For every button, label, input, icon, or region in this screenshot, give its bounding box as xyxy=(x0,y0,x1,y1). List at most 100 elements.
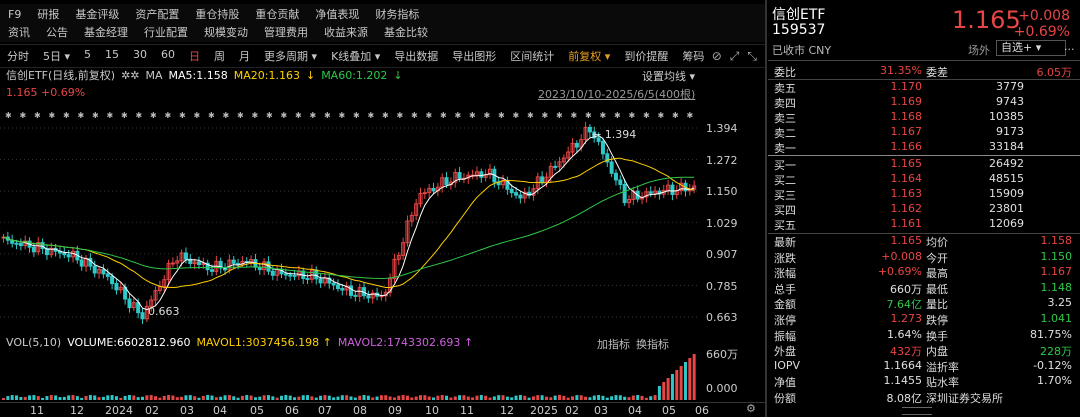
volume-bar xyxy=(618,395,622,400)
volume-bar xyxy=(527,397,531,400)
book-row[interactable]: 买二 1.164 48515 xyxy=(768,172,1080,187)
menu-item[interactable]: 基金比较 xyxy=(376,24,436,40)
event-marker: ✱ xyxy=(136,111,143,120)
volume-bar xyxy=(280,395,283,400)
price-change: +0.008 +0.69% xyxy=(1013,8,1070,40)
volume-bar xyxy=(479,395,483,400)
volume-bar xyxy=(10,395,14,400)
volume-bar xyxy=(662,382,666,400)
menu-item[interactable]: 公告 xyxy=(38,24,76,40)
menu-item[interactable]: 行业配置 xyxy=(136,24,196,40)
toolbar-item[interactable]: 导出图形 xyxy=(445,48,503,64)
toolbar-item[interactable]: 日 xyxy=(182,48,207,64)
volume-bar xyxy=(240,395,244,400)
collapse-icon[interactable]: ⤡ xyxy=(747,49,757,64)
toolbar-item[interactable]: 周 xyxy=(207,48,232,64)
menu-item[interactable]: 收益来源 xyxy=(316,24,376,40)
toolbar-item[interactable]: K线叠加 ▾ xyxy=(324,48,387,64)
back-icon[interactable]: ⊘ xyxy=(712,49,722,64)
event-marker: ✱ xyxy=(600,111,607,120)
event-marker: ✱ xyxy=(455,111,462,120)
mavol2-value: MAVOL2:1743302.693 ↑ xyxy=(337,336,474,349)
menu-item[interactable]: 财务指标 xyxy=(367,6,427,22)
volume-bar xyxy=(523,395,527,400)
candle xyxy=(331,282,336,286)
volume-bar xyxy=(75,396,79,400)
toolbar-item[interactable]: 导出数据 xyxy=(387,48,445,64)
menu-item[interactable]: 净值表现 xyxy=(307,6,367,22)
candle xyxy=(270,270,275,276)
menu-item[interactable]: 重仓持股 xyxy=(187,6,247,22)
stat-row: 最新 1.165 均价 1.158 xyxy=(774,234,1072,249)
toolbar-item[interactable]: 30 xyxy=(126,48,154,64)
candle xyxy=(457,172,462,179)
volume-bar xyxy=(518,395,522,400)
date-axis: 11 12 2024 02 03 04 05 06 07 08 09 10 11 12 2025 02 03 04… xyxy=(0,402,765,417)
menu-item[interactable]: 研报 xyxy=(29,6,67,22)
volume-bar xyxy=(484,395,488,400)
book-row[interactable]: 买五 1.161 12069 xyxy=(768,217,1080,232)
volume-bar xyxy=(193,396,197,400)
menu-item[interactable]: 基金经理 xyxy=(76,24,136,40)
event-marker: ✱ xyxy=(353,111,360,120)
candlestick-chart[interactable]: ← 1.394 0.663 ✱ ✱ ✱ ✱ ✱ ✱ ✱ ✱ ✱ ✱ ✱ ✱ ✱ ✱ ✱ ✱ ✱ ✱ ✱ ✱ ✱ ✱ ✱ ✱ ✱ ✱ ✱ ✱… xyxy=(0,100,700,332)
book-row[interactable]: 卖三 1.168 10385 xyxy=(768,110,1080,125)
volume-bar xyxy=(188,395,192,400)
book-row[interactable]: 卖二 1.167 9173 xyxy=(768,125,1080,140)
volume-bar xyxy=(101,396,105,400)
more-icon[interactable]: ... xyxy=(1064,40,1075,53)
watchlist-select[interactable]: 自选+ ▾ xyxy=(996,40,1066,56)
expand-icon[interactable]: ⤢ xyxy=(730,49,740,64)
volume-bar xyxy=(644,397,648,400)
volume-bar xyxy=(462,395,466,400)
toolbar-item[interactable]: 60 xyxy=(154,48,182,64)
volume-bar xyxy=(566,397,570,400)
volume-bar xyxy=(54,395,58,400)
menu-item[interactable]: F9 xyxy=(0,8,29,21)
volume-bar xyxy=(58,397,62,400)
toolbar-item[interactable]: 月 xyxy=(232,48,257,64)
volume-bar xyxy=(97,397,101,400)
volume-bar xyxy=(336,396,340,400)
menu-item[interactable]: 基金评级 xyxy=(67,6,127,22)
low-label: 0.663 xyxy=(148,305,180,318)
otc-label[interactable]: 场外 xyxy=(968,42,990,58)
book-row[interactable]: 买四 1.162 23801 xyxy=(768,202,1080,217)
toolbar-item[interactable]: 5日 ▾ xyxy=(36,48,77,64)
event-marker: ✱ xyxy=(310,111,317,120)
book-row[interactable]: 买三 1.163 15909 xyxy=(768,187,1080,202)
book-row[interactable]: 卖五 1.170 3779 xyxy=(768,80,1080,95)
menu-item[interactable]: 管理费用 xyxy=(256,24,316,40)
menu-item[interactable]: 资讯 xyxy=(0,24,38,40)
toolbar-item[interactable]: 更多周期 ▾ xyxy=(257,48,324,64)
menu-item[interactable]: 重仓贡献 xyxy=(247,6,307,22)
volume-bar xyxy=(301,395,305,400)
book-row[interactable]: 卖一 1.166 33184 xyxy=(768,140,1080,155)
event-marker: ✱ xyxy=(208,111,215,120)
date-tick: 05 xyxy=(662,404,676,417)
toolbar-item[interactable]: 分时 xyxy=(0,48,36,64)
date-tick: 11 xyxy=(460,404,474,417)
date-tick: 03 xyxy=(180,404,194,417)
toolbar-item[interactable]: 15 xyxy=(98,48,126,64)
menu-item[interactable]: 资产配置 xyxy=(127,6,187,22)
stat-row: 涨跌 +0.008 今开 1.150 xyxy=(774,249,1072,265)
book-row[interactable]: 买一 1.165 26492 xyxy=(768,157,1080,172)
toolbar-item[interactable]: 前复权 ▾ xyxy=(561,48,617,64)
settings-gear-icon[interactable]: ⚙ xyxy=(746,402,756,415)
toolbar-item[interactable]: 区间统计 xyxy=(503,48,561,64)
ma-settings-button[interactable]: 设置均线 ▾ xyxy=(642,68,695,84)
book-row[interactable]: 卖四 1.169 9743 xyxy=(768,95,1080,110)
event-marker: ✱ xyxy=(63,111,70,120)
toolbar-item[interactable]: 5 xyxy=(77,48,98,64)
volume-bar xyxy=(584,396,588,400)
toolbar-item[interactable]: 到价提醒 xyxy=(617,48,675,64)
price-tick: 0.785 xyxy=(706,279,738,293)
volume-bar xyxy=(666,378,670,400)
ma60-line xyxy=(3,176,695,280)
volume-bar xyxy=(184,395,188,400)
menu-item[interactable]: 规模变动 xyxy=(196,24,256,40)
settings-icon[interactable]: ✲✲ xyxy=(121,69,139,82)
toolbar-item[interactable]: 筹码 xyxy=(675,48,711,64)
resize-handle[interactable] xyxy=(902,407,932,415)
